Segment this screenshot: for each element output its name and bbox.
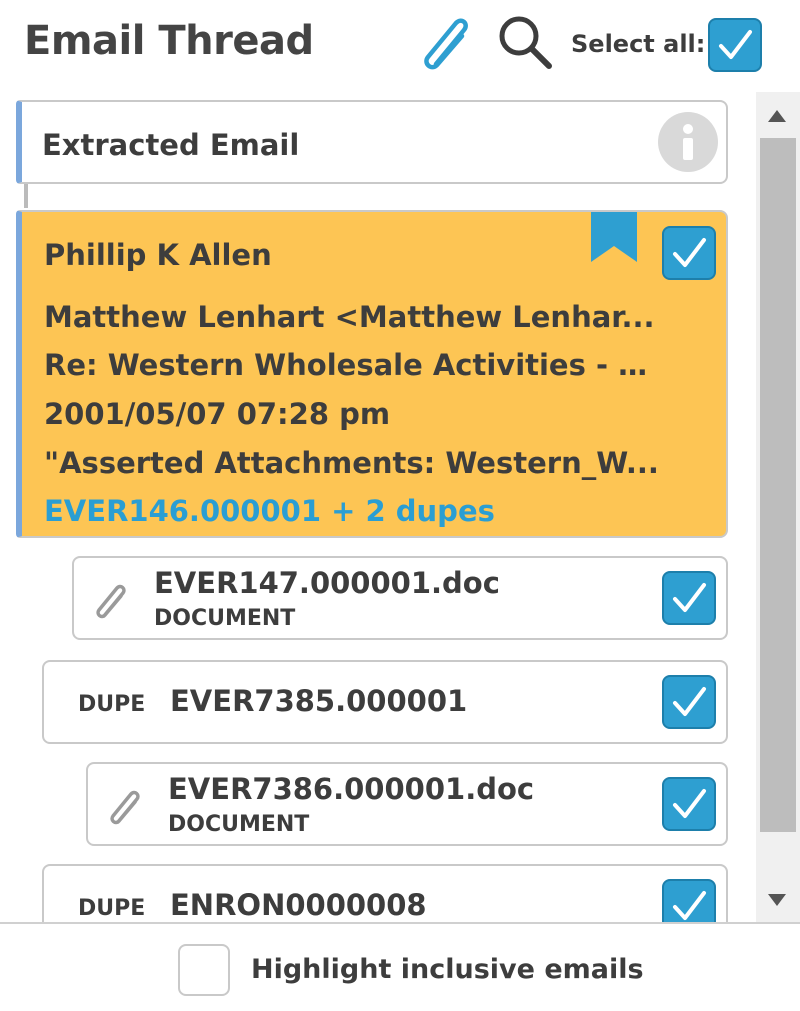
select-all-checkbox[interactable] xyxy=(708,18,762,72)
thread-list: Extracted Email Phillip K Allen Matthew … xyxy=(0,92,756,922)
attachment-checkbox[interactable] xyxy=(662,777,716,831)
thread-connector xyxy=(24,184,28,208)
paperclip-icon xyxy=(110,790,140,825)
attachment-filter-button[interactable] xyxy=(414,12,480,78)
search-icon xyxy=(499,16,552,69)
extracted-email-label: Extracted Email xyxy=(42,128,300,162)
dupe-tag: DUPE xyxy=(78,896,146,921)
dupe-checkbox[interactable] xyxy=(662,879,716,922)
checkmark-icon xyxy=(673,687,706,716)
select-all-label: Select all: xyxy=(571,30,706,58)
scroll-down-arrow-icon[interactable] xyxy=(768,894,786,906)
info-icon[interactable] xyxy=(658,112,718,172)
dupe-row[interactable]: DUPE EVER7385.000001 xyxy=(42,660,728,744)
paperclip-icon xyxy=(424,18,468,70)
dupe-row[interactable]: DUPE ENRON0000008 xyxy=(42,864,728,922)
attachment-row[interactable]: EVER7386.000001.doc DOCUMENT xyxy=(86,762,728,846)
scroll-up-arrow-icon[interactable] xyxy=(768,110,786,122)
attachment-type: DOCUMENT xyxy=(154,606,296,631)
dupe-id: ENRON0000008 xyxy=(170,888,427,922)
search-button[interactable] xyxy=(494,12,556,74)
checkmark-icon xyxy=(673,583,706,612)
email-card-selected[interactable]: Phillip K Allen Matthew Lenhart <Matthew… xyxy=(16,210,728,538)
extracted-email-card[interactable]: Extracted Email xyxy=(16,100,728,184)
email-sender: Phillip K Allen xyxy=(44,238,272,272)
checkmark-icon xyxy=(673,891,706,920)
email-date: 2001/05/07 07:28 pm xyxy=(44,397,391,431)
attachment-name: EVER147.000001.doc xyxy=(154,566,500,600)
email-doc-link[interactable]: EVER146.000001 + 2 dupes xyxy=(44,494,495,528)
footer: Highlight inclusive emails xyxy=(0,922,800,1011)
scroll-thumb[interactable] xyxy=(760,138,796,832)
checkmark-icon xyxy=(719,30,752,59)
email-attachments-note: "Asserted Attachments: Western_W... xyxy=(44,446,659,480)
dupe-tag: DUPE xyxy=(78,692,146,717)
email-checkbox[interactable] xyxy=(662,226,716,280)
paperclip-icon xyxy=(96,584,126,619)
attachment-name: EVER7386.000001.doc xyxy=(168,772,535,806)
highlight-inclusive-label[interactable]: Highlight inclusive emails xyxy=(251,954,644,985)
page-title: Email Thread xyxy=(24,18,314,64)
attachment-checkbox[interactable] xyxy=(662,571,716,625)
checkmark-icon xyxy=(673,789,706,818)
email-subject: Re: Western Wholesale Activities - G... xyxy=(44,348,664,382)
attachment-type: DOCUMENT xyxy=(168,812,310,837)
dupe-checkbox[interactable] xyxy=(662,675,716,729)
vertical-scrollbar[interactable] xyxy=(756,92,800,924)
dupe-id: EVER7385.000001 xyxy=(170,684,468,718)
highlight-inclusive-checkbox[interactable] xyxy=(178,944,230,996)
attachment-row[interactable]: EVER147.000001.doc DOCUMENT xyxy=(72,556,728,640)
bookmark-icon[interactable] xyxy=(591,212,637,262)
header: Email Thread Select all: xyxy=(0,0,800,88)
email-recipient: Matthew Lenhart <Matthew Lenhar... xyxy=(44,300,655,334)
checkmark-icon xyxy=(673,238,706,267)
